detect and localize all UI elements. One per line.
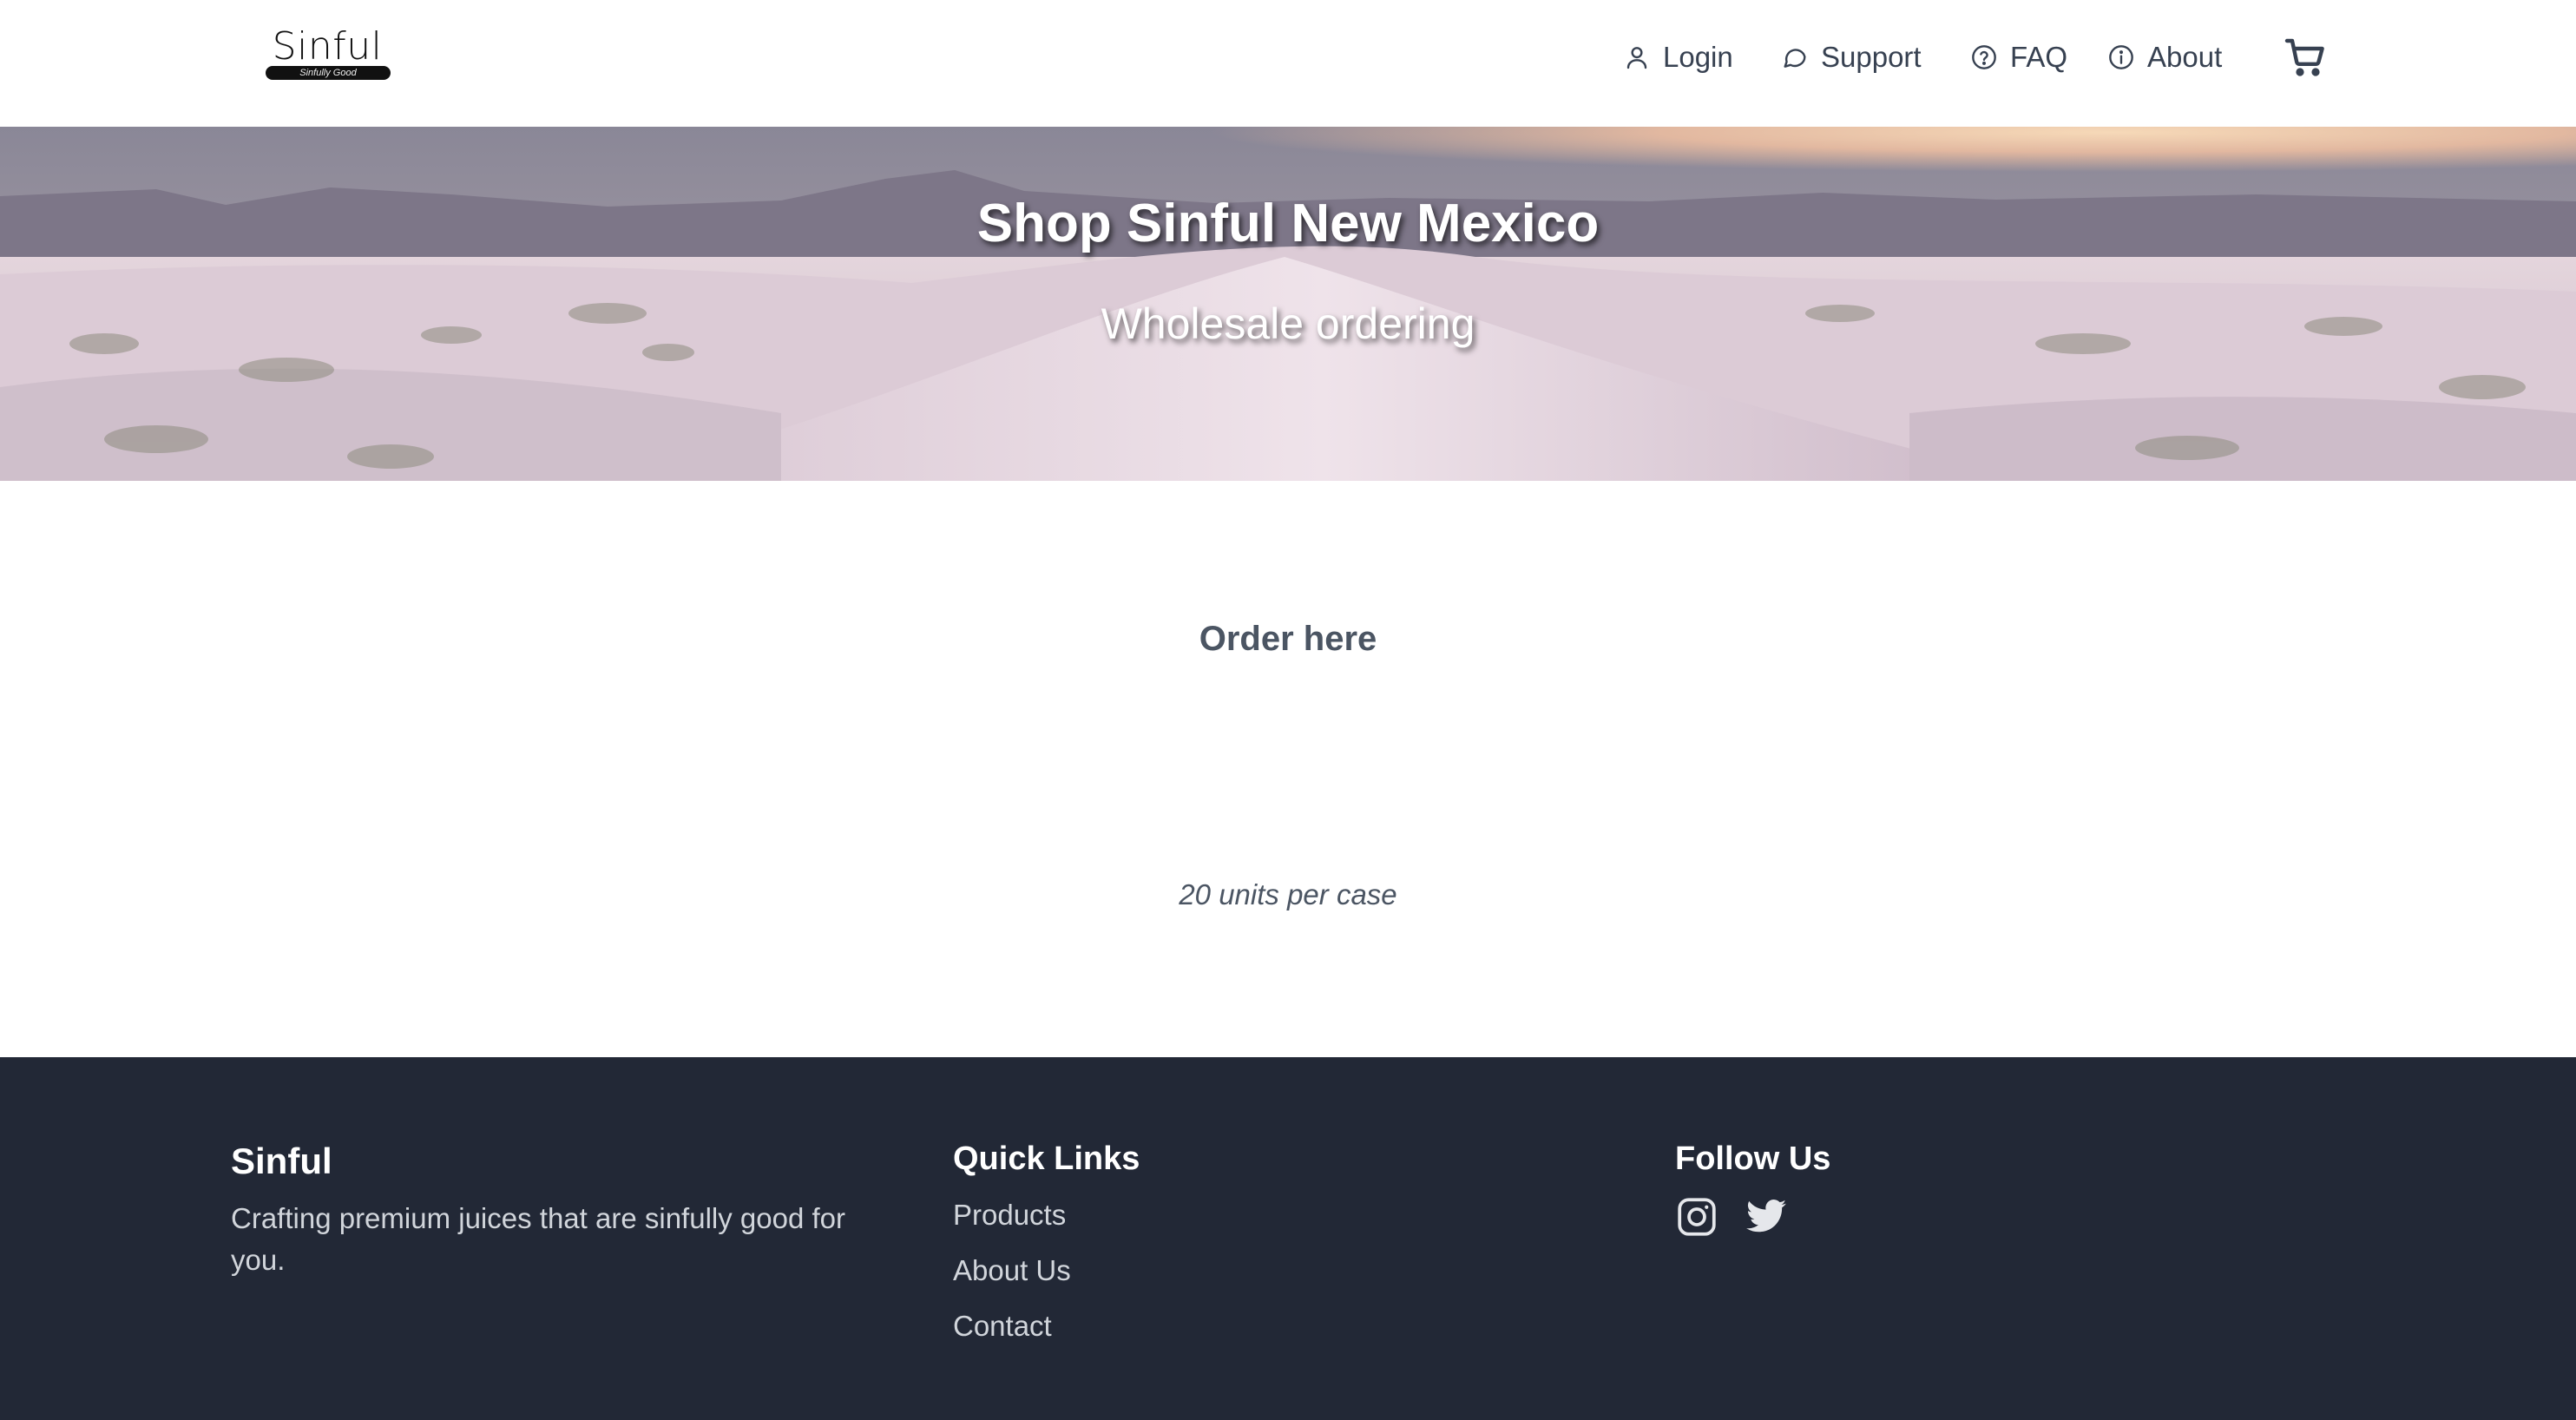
site-header: Sinful Sinfully Good Login Support FAQ A… <box>0 0 2576 127</box>
footer-link-contact[interactable]: Contact <box>953 1308 1630 1364</box>
nav-about[interactable]: About <box>2107 35 2222 80</box>
footer-quick-links-column: Quick Links Products About Us Contact <box>953 1141 1630 1364</box>
footer-brand-column: Sinful Crafting premium juices that are … <box>231 1141 908 1281</box>
hero-banner: Shop Sinful New Mexico Wholesale orderin… <box>0 127 2576 481</box>
footer-link-about-us[interactable]: About Us <box>953 1252 1630 1308</box>
footer-brand-text: Crafting premium juices that are sinfull… <box>231 1202 845 1276</box>
info-circle-icon <box>2109 45 2133 69</box>
instagram-icon[interactable] <box>1675 1195 1718 1239</box>
hero-title: Shop Sinful New Mexico <box>976 194 1600 253</box>
footer-link-products[interactable]: Products <box>953 1197 1630 1252</box>
nav-support[interactable]: Support <box>1781 35 1922 80</box>
hero-subtitle: Wholesale ordering <box>1101 299 1475 348</box>
user-icon <box>1626 47 1647 69</box>
nav-about-label: About <box>2147 41 2223 73</box>
cart-icon <box>2284 38 2324 76</box>
nav-support-label: Support <box>1821 41 1922 73</box>
question-circle-icon <box>1972 45 1996 69</box>
cart-button[interactable] <box>2284 36 2326 78</box>
case-note: 20 units per case <box>1179 878 1397 911</box>
logo-wordmark: Sinful <box>272 24 383 69</box>
nav-faq[interactable]: FAQ <box>1970 35 2067 80</box>
site-footer: Sinful Crafting premium juices that are … <box>0 1057 2576 1420</box>
footer-quick-links-heading: Quick Links <box>953 1141 1140 1177</box>
footer-follow-heading: Follow Us <box>1675 1141 1831 1177</box>
footer-follow-column: Follow Us <box>1675 1141 2352 1239</box>
social-links <box>1675 1195 2352 1239</box>
nav-login[interactable]: Login <box>1623 35 1733 80</box>
order-heading: Order here <box>1199 620 1377 658</box>
nav-login-label: Login <box>1663 41 1733 73</box>
chat-bubble-icon <box>1784 49 1806 68</box>
footer-brand-heading: Sinful <box>231 1141 332 1181</box>
twitter-icon[interactable] <box>1745 1195 1788 1239</box>
logo-tagline: Sinfully Good <box>266 66 391 80</box>
nav-faq-label: FAQ <box>2010 41 2068 73</box>
logo[interactable]: Sinful Sinfully Good <box>264 24 391 82</box>
